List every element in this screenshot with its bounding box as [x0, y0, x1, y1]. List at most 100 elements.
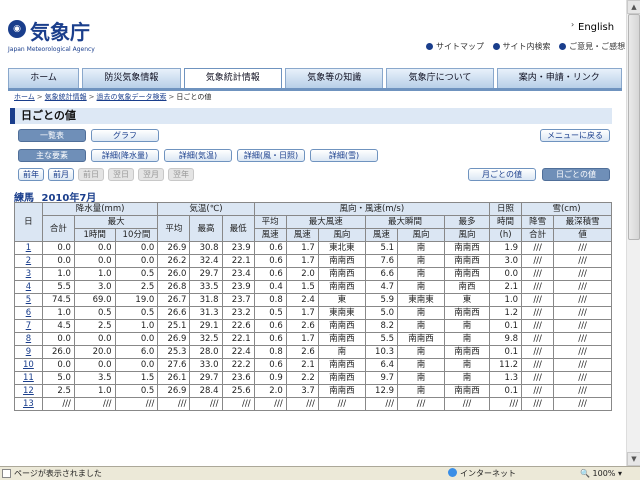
table-cell: 南西	[444, 280, 490, 294]
table-cell: 8.2	[364, 319, 398, 333]
header-max-wind: 最大風速	[285, 215, 366, 229]
next-day-button[interactable]: 翌日	[108, 168, 134, 181]
table-cell: ///	[553, 384, 612, 398]
table-cell: 3.0	[73, 280, 116, 294]
table-cell: ///	[364, 397, 398, 411]
nav-tab-about[interactable]: 気象庁について	[386, 68, 494, 88]
table-cell: 南南西	[317, 254, 366, 268]
header-temp-max: 最高	[189, 215, 223, 242]
scroll-up-arrow-icon[interactable]: ▲	[627, 0, 640, 14]
day-link[interactable]: 7	[14, 319, 43, 333]
table-cell: 22.2	[221, 358, 255, 372]
tab-detail-wind-sunshine[interactable]: 詳細(風・日照)	[237, 149, 305, 162]
breadcrumb-separator: >	[168, 93, 175, 101]
header-10min: 10分間	[114, 228, 159, 242]
table-cell: 0.5	[253, 306, 287, 320]
breadcrumb-statistics[interactable]: 気象統計情報	[45, 93, 87, 101]
table-cell: 0.6	[253, 241, 287, 255]
nav-tab-knowledge[interactable]: 気象等の知識	[284, 68, 384, 88]
table-row: 6 1.0 0.5 0.5 26.6 31.3 23.2 0.5 1.7 東南東 5.0 南南南西 1.…	[14, 306, 612, 320]
table-cell: 0.0	[41, 254, 75, 268]
table-cell: 33.5	[189, 280, 223, 294]
tab-detail-snow[interactable]: 詳細(雪)	[310, 149, 378, 162]
day-link[interactable]: 13	[14, 397, 43, 411]
tab-detail-temperature[interactable]: 詳細(気温)	[164, 149, 232, 162]
table-cell: 南	[396, 319, 446, 333]
nav-tab-disaster-info[interactable]: 防災気象情報	[82, 68, 181, 88]
table-cell: ///	[488, 397, 523, 411]
table-cell: ///	[521, 241, 555, 255]
zoom-level[interactable]: 🔍 100% ▾	[580, 467, 622, 480]
table-cell: 1.0	[114, 319, 159, 333]
table-cell: 26.7	[157, 293, 191, 307]
scroll-down-arrow-icon[interactable]: ▼	[627, 452, 640, 466]
day-link[interactable]: 1	[14, 241, 43, 255]
table-cell: 東	[444, 293, 490, 307]
next-month-button[interactable]: 翌月	[138, 168, 164, 181]
table-cell: 23.9	[221, 241, 255, 255]
table-cell: 南南西	[317, 371, 366, 385]
table-cell: 25.3	[157, 345, 191, 359]
table-cell: 南南西	[317, 384, 366, 398]
day-link[interactable]: 2	[14, 254, 43, 268]
table-cell: 2.0	[285, 267, 319, 281]
table-cell: 26.0	[41, 345, 75, 359]
table-cell: 31.8	[189, 293, 223, 307]
back-to-menu-button[interactable]: メニューに戻る	[540, 129, 610, 142]
table-cell: ///	[553, 371, 612, 385]
nav-tab-guide[interactable]: 案内・申請・リンク	[496, 68, 622, 88]
table-cell: 南	[444, 319, 490, 333]
feedback-link[interactable]: ご意見・ご感想	[559, 41, 625, 52]
table-cell: 5.5	[41, 280, 75, 294]
day-link[interactable]: 11	[14, 371, 43, 385]
graph-view-button[interactable]: グラフ	[91, 129, 159, 142]
table-cell: ///	[553, 319, 612, 333]
table-cell: 東北東	[317, 241, 366, 255]
header-precip-total: 合計	[41, 215, 75, 242]
table-cell: 2.2	[285, 371, 319, 385]
breadcrumb: ホーム > 気象統計情報 > 過去の気象データ検索 > 日ごとの値	[14, 92, 211, 102]
english-link[interactable]: English	[578, 22, 614, 33]
table-cell: ///	[553, 358, 612, 372]
table-cell: 南南西	[317, 358, 366, 372]
day-link[interactable]: 3	[14, 267, 43, 281]
table-view-button[interactable]: 一覧表	[18, 129, 86, 142]
table-row: 1 0.0 0.0 0.0 26.9 30.8 23.9 0.6 1.7 東北東 5.1 南南南西 1.…	[14, 241, 612, 255]
table-cell: 1.7	[285, 306, 319, 320]
tab-detail-precipitation[interactable]: 詳細(降水量)	[91, 149, 159, 162]
logo-subtitle: Japan Meteorological Agency	[8, 46, 95, 53]
table-cell: 南	[396, 384, 446, 398]
day-link[interactable]: 4	[14, 280, 43, 294]
day-link[interactable]: 6	[14, 306, 43, 320]
breadcrumb-home[interactable]: ホーム	[14, 93, 35, 101]
site-search-link[interactable]: サイト内検索	[492, 41, 551, 52]
nav-tab-home[interactable]: ホーム	[8, 68, 80, 88]
table-cell: 0.6	[253, 319, 287, 333]
next-year-button[interactable]: 翌年	[168, 168, 194, 181]
nav-tab-statistics[interactable]: 気象統計情報	[183, 68, 282, 88]
prev-month-button[interactable]: 前月	[48, 168, 74, 181]
prev-day-button[interactable]: 前日	[78, 168, 104, 181]
table-cell: ///	[553, 267, 612, 281]
site-search-label: サイト内検索	[502, 42, 551, 51]
tab-main-elements[interactable]: 主な要素	[18, 149, 86, 162]
day-link[interactable]: 12	[14, 384, 43, 398]
header-max-wind-dir: 風向	[317, 228, 366, 242]
table-cell: 1.7	[285, 241, 319, 255]
daily-values-button[interactable]: 日ごとの値	[542, 168, 610, 181]
day-link[interactable]: 9	[14, 345, 43, 359]
monthly-values-button[interactable]: 月ごとの値	[468, 168, 536, 181]
prev-year-button[interactable]: 前年	[18, 168, 44, 181]
day-link[interactable]: 8	[14, 332, 43, 346]
scroll-thumb[interactable]	[628, 14, 640, 240]
table-cell: 1.5	[114, 371, 159, 385]
table-cell: 1.0	[73, 267, 116, 281]
sitemap-link[interactable]: サイトマップ	[426, 41, 484, 52]
day-link[interactable]: 5	[14, 293, 43, 307]
day-link[interactable]: 10	[14, 358, 43, 372]
breadcrumb-search[interactable]: 過去の気象データ検索	[97, 93, 167, 101]
table-cell: 0.0	[73, 358, 116, 372]
table-cell: 6.4	[364, 358, 398, 372]
vertical-scrollbar[interactable]: ▲ ▼	[626, 0, 640, 466]
header-snowfall-total: 合計	[521, 228, 555, 242]
